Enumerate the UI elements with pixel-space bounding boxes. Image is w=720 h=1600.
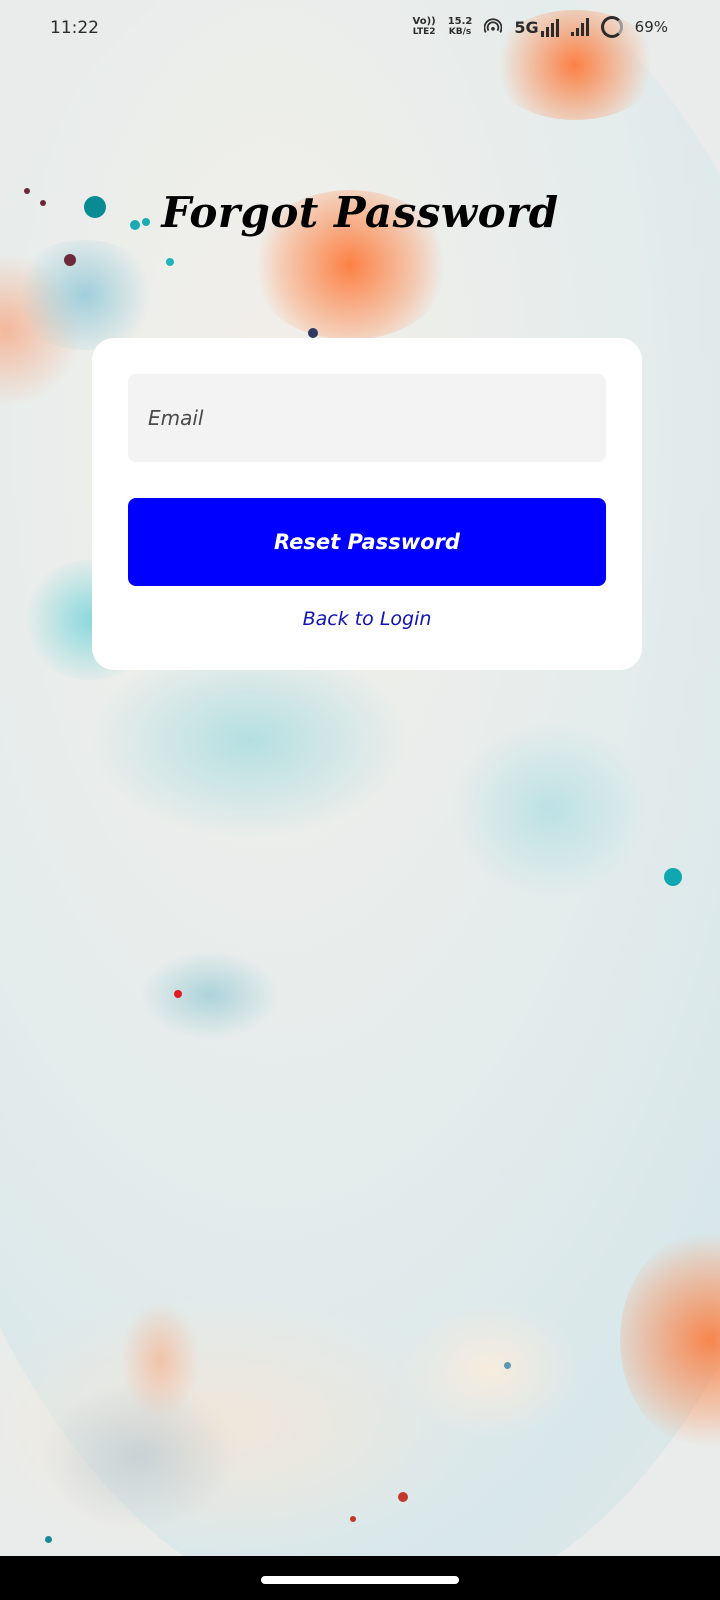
- status-icons: Vo)) LTE2 15.2 KB/s 5G 69%: [412, 16, 668, 38]
- signal-5g: 5G: [514, 17, 559, 37]
- status-bar: 11:22 Vo)) LTE2 15.2 KB/s 5G 69%: [0, 0, 720, 60]
- volte-indicator: Vo)) LTE2: [412, 16, 436, 38]
- network-speed-unit: KB/s: [448, 27, 472, 37]
- network-type-label: 5G: [514, 17, 539, 37]
- page-title: Forgot Password: [161, 188, 559, 237]
- signal-bars-icon-secondary: [570, 18, 589, 36]
- signal-bars-icon: [540, 18, 559, 37]
- reset-password-button[interactable]: Reset Password: [128, 498, 606, 586]
- forgot-password-screen: 11:22 Vo)) LTE2 15.2 KB/s 5G 69% Forgot …: [0, 0, 720, 1600]
- hotspot-icon: [484, 18, 503, 33]
- home-indicator[interactable]: [261, 1576, 459, 1584]
- lte-label: LTE2: [412, 27, 436, 37]
- back-to-login-link[interactable]: Back to Login: [92, 608, 642, 630]
- status-time: 11:22: [50, 18, 99, 38]
- navigation-bar: [0, 1556, 720, 1600]
- battery-icon: [600, 16, 623, 38]
- volte-label: Vo)): [412, 16, 436, 27]
- battery-percent: 69%: [634, 18, 668, 36]
- email-field[interactable]: [128, 374, 606, 462]
- network-speed: 15.2 KB/s: [447, 16, 473, 38]
- network-speed-value: 15.2: [447, 16, 473, 27]
- forgot-password-card: Reset Password Back to Login: [92, 338, 642, 670]
